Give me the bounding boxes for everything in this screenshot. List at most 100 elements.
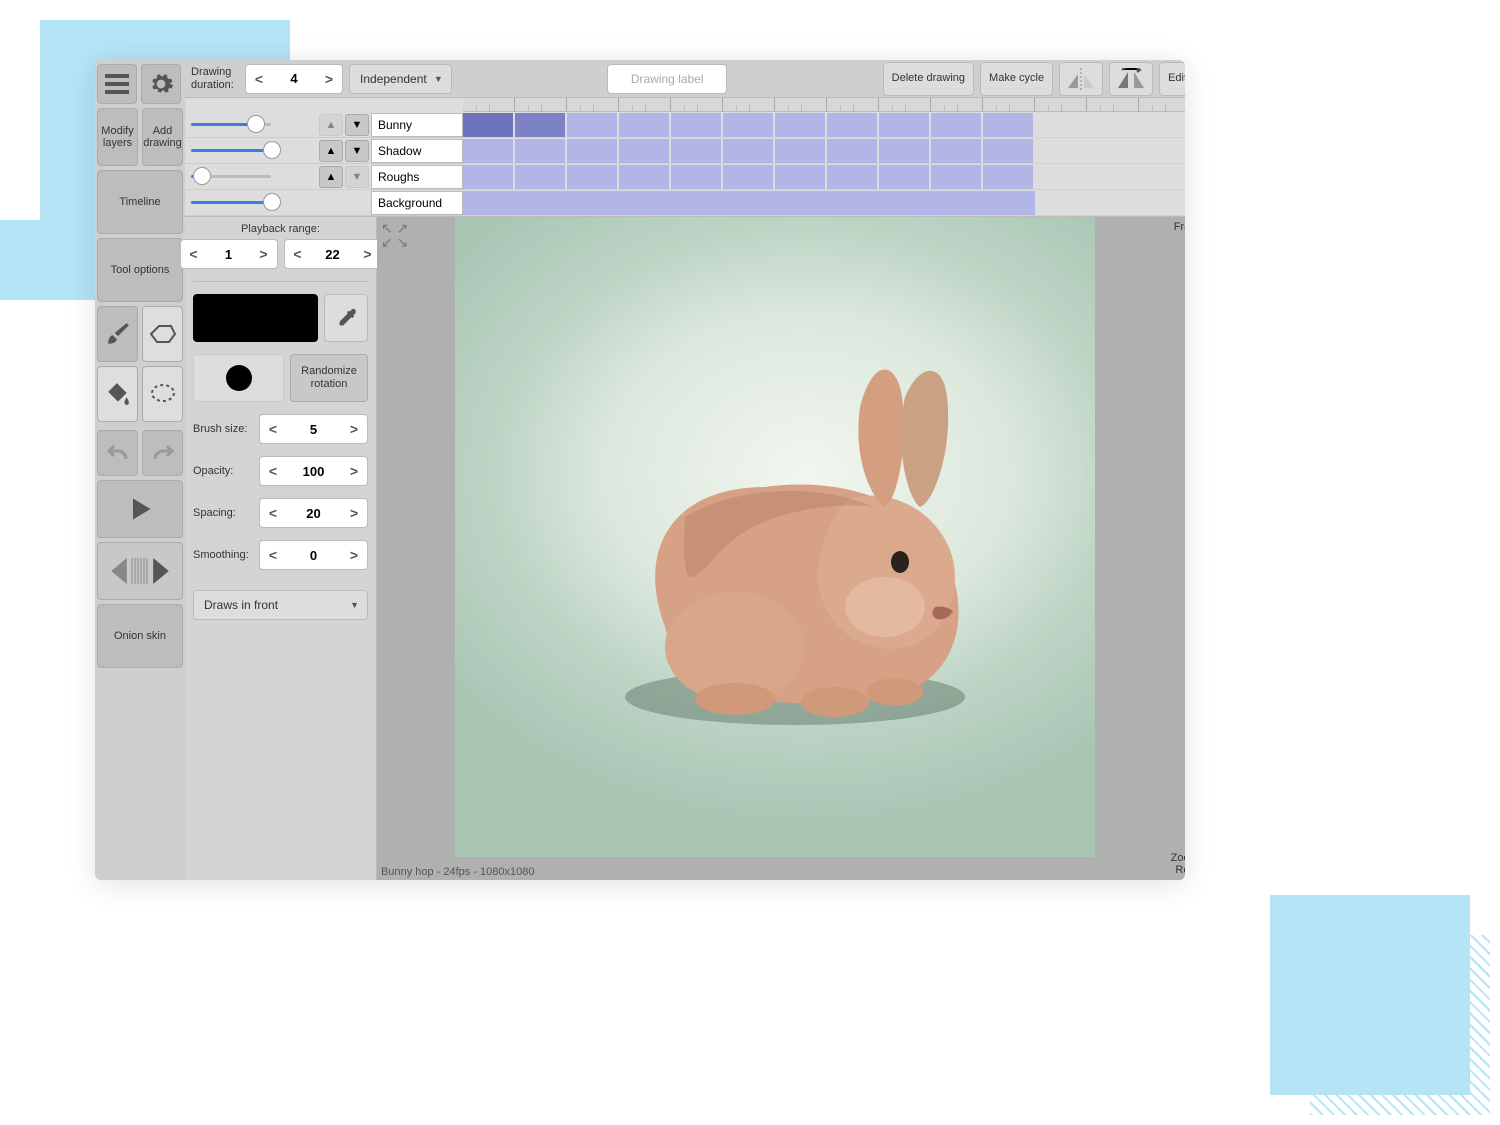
layer-name-field[interactable]: Background xyxy=(371,191,463,215)
opacity-stepper[interactable]: <100> xyxy=(259,456,368,486)
timeline-ruler[interactable] xyxy=(463,98,1185,112)
flip-vertical-button[interactable] xyxy=(1109,62,1153,96)
decrement-button[interactable]: < xyxy=(285,246,311,262)
layer-up-button[interactable]: ▲ xyxy=(319,140,343,162)
delete-drawing-button[interactable]: Delete drawing xyxy=(883,62,974,96)
onion-skin-button[interactable]: Onion skin xyxy=(97,604,183,668)
layer-up-button[interactable]: ▲ xyxy=(319,166,343,188)
app-window: Modify layers Add drawing Timeline Tool … xyxy=(95,60,1185,880)
layer-down-button[interactable]: ▼ xyxy=(345,140,369,162)
tool-palette xyxy=(97,306,183,422)
expand-canvas-button[interactable]: ↖ ↗↙ ↘ xyxy=(381,221,408,249)
step-back-icon xyxy=(110,558,128,584)
decrement-button[interactable]: < xyxy=(260,463,286,479)
fill-tool[interactable] xyxy=(97,366,138,422)
scrub-icon xyxy=(130,556,150,586)
eraser-icon xyxy=(149,324,177,344)
rotation-label: Rotation: 0° xyxy=(1171,864,1185,876)
eyedropper-icon xyxy=(335,307,357,329)
randomize-rotation-button[interactable]: Randomize rotation xyxy=(290,354,368,402)
mode-dropdown[interactable]: Independent xyxy=(349,64,452,94)
opacity-value: 100 xyxy=(286,464,341,479)
modify-layers-button[interactable]: Modify layers xyxy=(97,108,138,166)
tool-options-button[interactable]: Tool options xyxy=(97,238,183,302)
layer-up-button[interactable]: ▲ xyxy=(319,114,343,136)
zoom-label: Zoom: 100% xyxy=(1171,852,1185,864)
layer-down-button[interactable]: ▼ xyxy=(345,166,369,188)
canvas[interactable] xyxy=(455,217,1095,857)
increment-button[interactable]: > xyxy=(251,246,277,262)
decoration xyxy=(1270,895,1470,1095)
bunny-artwork xyxy=(585,347,1005,727)
smoothing-value: 0 xyxy=(286,548,341,563)
layer-list: ▲▼ Bunny ▲▼ Shadow ▲▼ Roughs ▲▼ Backgrou… xyxy=(185,98,463,216)
play-icon xyxy=(126,495,154,523)
top-toolbar: Drawing duration: < 4 > Independent Draw… xyxy=(185,60,1185,98)
play-button[interactable] xyxy=(97,480,183,538)
layer-down-button[interactable]: ▼ xyxy=(345,114,369,136)
layer-row-shadow[interactable]: ▲▼ Shadow xyxy=(185,138,463,164)
brush-icon xyxy=(105,321,131,347)
gear-icon xyxy=(148,71,174,97)
edit-multiple-button[interactable]: Edit multiple xyxy=(1159,62,1185,96)
add-drawing-button[interactable]: Add drawing xyxy=(142,108,183,166)
layer-opacity-slider[interactable] xyxy=(185,164,317,190)
spacing-value: 20 xyxy=(286,506,341,521)
decrement-button[interactable]: < xyxy=(260,505,286,521)
canvas-area: ↖ ↗↙ ↘ Frame: 1/22 xyxy=(377,217,1185,880)
main-area: Drawing duration: < 4 > Independent Draw… xyxy=(185,60,1185,880)
drawing-label-input[interactable]: Drawing label xyxy=(607,64,727,94)
canvas-info: Zoom: 100% Rotation: 0° xyxy=(1171,852,1185,876)
layer-opacity-slider[interactable] xyxy=(185,112,317,138)
decoration xyxy=(0,220,95,300)
layer-opacity-slider[interactable] xyxy=(185,190,317,216)
decrement-button[interactable]: < xyxy=(246,71,272,87)
workspace: Playback range: <1> <22> Randomize rotat… xyxy=(185,217,1185,880)
spacing-stepper[interactable]: <20> xyxy=(259,498,368,528)
layer-name-field[interactable]: Roughs xyxy=(371,165,463,189)
flip-v-icon xyxy=(1116,68,1146,90)
eraser-tool[interactable] xyxy=(142,306,183,362)
decrement-button[interactable]: < xyxy=(260,547,286,563)
layer-name-field[interactable]: Bunny xyxy=(371,113,463,137)
redo-button[interactable] xyxy=(142,430,183,476)
increment-button[interactable]: > xyxy=(341,547,367,563)
layer-row-roughs[interactable]: ▲▼ Roughs xyxy=(185,164,463,190)
lasso-tool[interactable] xyxy=(142,366,183,422)
decrement-button[interactable]: < xyxy=(260,421,286,437)
make-cycle-button[interactable]: Make cycle xyxy=(980,62,1053,96)
layer-row-bunny[interactable]: ▲▼ Bunny xyxy=(185,112,463,138)
playback-start-value: 1 xyxy=(207,247,251,262)
layer-name-field[interactable]: Shadow xyxy=(371,139,463,163)
increment-button[interactable]: > xyxy=(316,71,342,87)
settings-button[interactable] xyxy=(141,64,181,104)
left-toolbar: Modify layers Add drawing Timeline Tool … xyxy=(95,60,185,880)
layer-opacity-slider[interactable] xyxy=(185,138,317,164)
timeline-button[interactable]: Timeline xyxy=(97,170,183,234)
smoothing-stepper[interactable]: <0> xyxy=(259,540,368,570)
increment-button[interactable]: > xyxy=(341,463,367,479)
frame-step-control[interactable] xyxy=(97,542,183,600)
step-forward-icon xyxy=(152,558,170,584)
increment-button[interactable]: > xyxy=(341,505,367,521)
decrement-button[interactable]: < xyxy=(181,246,207,262)
draw-mode-dropdown[interactable]: Draws in front xyxy=(193,590,368,620)
layer-row-background[interactable]: ▲▼ Background xyxy=(185,190,463,216)
playback-end-stepper[interactable]: <22> xyxy=(284,239,382,269)
brush-tool[interactable] xyxy=(97,306,138,362)
redo-icon xyxy=(151,443,175,463)
playback-start-stepper[interactable]: <1> xyxy=(180,239,278,269)
playback-range-label: Playback range: xyxy=(241,223,320,235)
menu-button[interactable] xyxy=(97,64,137,104)
eyedropper-button[interactable] xyxy=(324,294,368,342)
duration-stepper[interactable]: < 4 > xyxy=(245,64,343,94)
increment-button[interactable]: > xyxy=(341,421,367,437)
brush-size-stepper[interactable]: <5> xyxy=(259,414,368,444)
flip-horizontal-button[interactable] xyxy=(1059,62,1103,96)
color-swatch[interactable] xyxy=(193,294,318,342)
project-info: Bunny hop - 24fps - 1080x1080 xyxy=(381,866,535,878)
timeline-frames[interactable] xyxy=(463,98,1185,216)
tool-options-panel: Playback range: <1> <22> Randomize rotat… xyxy=(185,217,377,880)
undo-button[interactable] xyxy=(97,430,138,476)
duration-label: Drawing duration: xyxy=(191,66,239,90)
